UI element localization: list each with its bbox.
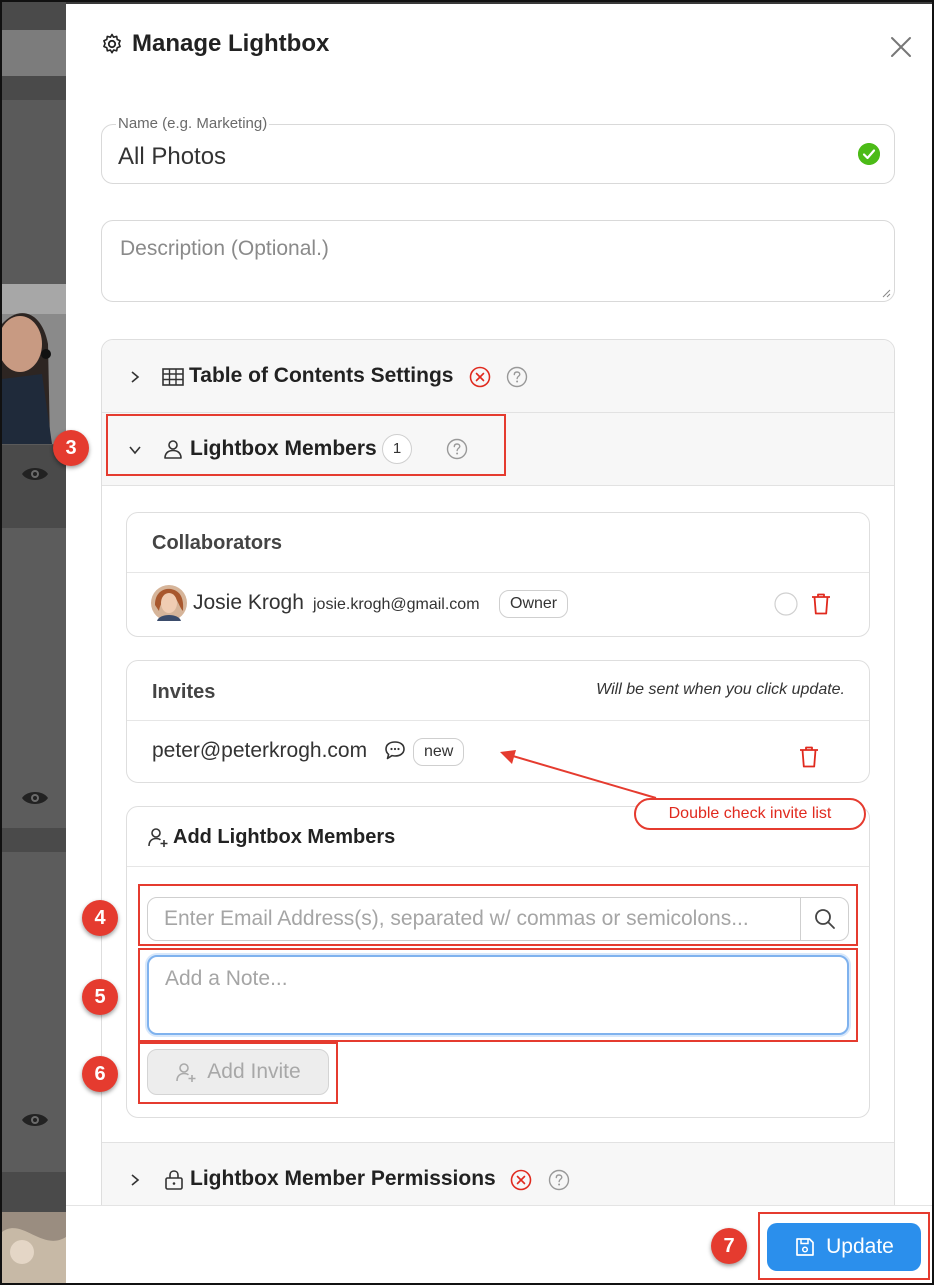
collaborator-row: Josie Krogh josie.krogh@gmail.com Owner xyxy=(127,573,869,633)
name-field-label: Name (e.g. Marketing) xyxy=(116,115,270,132)
screenshot-frame: Manage Lightbox Name (e.g. Marketing) Al… xyxy=(0,0,934,1285)
lightbox-members-header[interactable]: Lightbox Members 1 xyxy=(102,413,894,486)
error-x-icon xyxy=(469,366,491,388)
description-field[interactable]: Description (Optional.) xyxy=(101,220,895,302)
background-photo xyxy=(2,1212,66,1283)
add-members-title: Add Lightbox Members xyxy=(173,826,396,848)
step-marker-5: 5 xyxy=(82,979,118,1015)
email-input-group xyxy=(147,897,849,941)
help-icon[interactable] xyxy=(446,438,468,460)
collaborator-email: josie.krogh@gmail.com xyxy=(313,596,480,613)
help-icon[interactable] xyxy=(506,366,528,388)
eye-icon[interactable] xyxy=(20,464,50,484)
trash-icon[interactable] xyxy=(810,592,832,616)
trash-icon[interactable] xyxy=(798,745,820,769)
chevron-right-icon[interactable] xyxy=(128,1173,142,1187)
background-page xyxy=(2,2,66,1283)
step-marker-3: 3 xyxy=(53,430,89,466)
background-card xyxy=(2,528,66,828)
owner-badge: Owner xyxy=(499,590,569,618)
step-marker-4: 4 xyxy=(82,900,118,936)
gear-icon xyxy=(103,33,121,54)
invite-email: peter@peterkrogh.com xyxy=(152,739,368,762)
manage-lightbox-modal: Manage Lightbox Name (e.g. Marketing) Al… xyxy=(66,4,932,1283)
name-field[interactable]: Name (e.g. Marketing) All Photos xyxy=(101,115,895,184)
update-label: Update xyxy=(826,1235,894,1258)
collaborator-name: Josie Krogh xyxy=(193,591,304,614)
background-photo xyxy=(2,284,66,444)
note-input[interactable] xyxy=(149,957,847,1033)
table-icon xyxy=(162,368,184,386)
modal-header: Manage Lightbox xyxy=(66,4,932,88)
collaborators-title: Collaborators xyxy=(152,532,283,554)
modal-title: Manage Lightbox xyxy=(100,30,329,58)
user-add-icon xyxy=(148,828,168,847)
search-button[interactable] xyxy=(800,898,848,940)
user-add-icon xyxy=(176,1063,196,1082)
note-field xyxy=(147,955,849,1035)
name-field-value[interactable]: All Photos xyxy=(118,143,226,171)
search-icon xyxy=(814,909,835,929)
invites-title: Invites xyxy=(152,681,216,703)
avatar xyxy=(151,585,187,621)
close-icon[interactable] xyxy=(886,32,916,62)
annotation-callout: Double check invite list xyxy=(634,798,866,830)
add-invite-button[interactable]: Add Invite xyxy=(147,1049,329,1095)
resize-grip-icon[interactable] xyxy=(881,288,891,298)
modal-footer: Update xyxy=(66,1205,932,1283)
members-count-badge: 1 xyxy=(382,434,412,464)
new-badge: new xyxy=(413,738,465,766)
collaborators-card: Collaborators Josie Krogh josie.krogh@gm… xyxy=(126,512,870,637)
step-marker-6: 6 xyxy=(82,1056,118,1092)
help-icon[interactable] xyxy=(548,1169,570,1191)
user-icon xyxy=(164,440,182,459)
step-marker-7: 7 xyxy=(711,1228,747,1264)
add-members-card: Add Lightbox Members Enter Email Address… xyxy=(126,806,870,1118)
message-icon[interactable] xyxy=(384,740,408,762)
annotation-arrow xyxy=(500,750,657,799)
chevron-right-icon[interactable] xyxy=(128,370,142,384)
description-placeholder: Description (Optional.) xyxy=(120,237,329,260)
chevron-down-icon[interactable] xyxy=(128,443,142,457)
eye-icon[interactable] xyxy=(20,1110,50,1130)
lightbox-members-title: Lightbox Members xyxy=(190,437,377,460)
save-icon xyxy=(796,1238,814,1256)
modal-title-text: Manage Lightbox xyxy=(132,30,330,57)
background-toolbar xyxy=(2,30,66,76)
invites-header: Invites Will be sent when you click upda… xyxy=(127,661,869,721)
email-input[interactable] xyxy=(148,898,800,940)
member-permissions-title: Lightbox Member Permissions xyxy=(190,1167,496,1190)
error-x-icon xyxy=(510,1169,532,1191)
update-button[interactable]: Update xyxy=(767,1223,921,1271)
add-invite-label: Add Invite xyxy=(207,1060,301,1083)
eye-icon[interactable] xyxy=(20,788,50,808)
collaborators-header: Collaborators xyxy=(127,513,869,573)
toc-settings-header[interactable]: Table of Contents Settings xyxy=(102,340,894,413)
invites-note: Will be sent when you click update. xyxy=(596,681,845,698)
lock-icon xyxy=(165,1170,183,1190)
check-circle-icon xyxy=(858,143,880,165)
toc-settings-title: Table of Contents Settings xyxy=(189,364,454,387)
radio-circle-icon[interactable] xyxy=(774,592,798,616)
